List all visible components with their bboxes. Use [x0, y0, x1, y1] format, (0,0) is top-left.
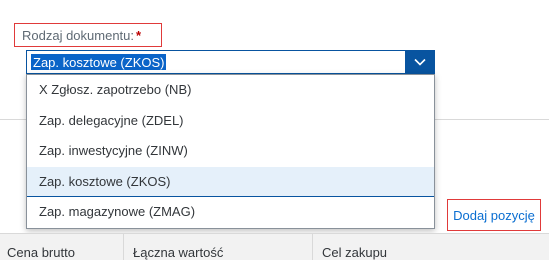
select-arrow-button[interactable] [405, 51, 434, 73]
document-type-select-value: Zap. kosztowe (ZKOS) [31, 54, 167, 70]
column-divider [312, 234, 313, 260]
dropdown-option-zkos[interactable]: Zap. kosztowe (ZKOS) [27, 166, 434, 197]
dropdown-option-nb[interactable]: X Zgłosz. zapotrzebo (NB) [27, 75, 434, 106]
document-type-label-text: Rodzaj dokumentu: [22, 28, 135, 43]
document-type-dropdown-list: X Zgłosz. zapotrzebo (NB) Zap. delegacyj… [26, 74, 435, 229]
column-divider [123, 234, 124, 260]
dropdown-option-zmag[interactable]: Zap. magazynowe (ZMAG) [27, 197, 434, 228]
dropdown-option-zdel[interactable]: Zap. delegacyjne (ZDEL) [27, 106, 434, 137]
column-header-purchase-purpose[interactable]: Cel zakupu [322, 245, 387, 260]
column-header-gross-price[interactable]: Cena brutto [7, 245, 75, 260]
document-type-label: Rodzaj dokumentu: * [14, 23, 162, 47]
column-header-total-value[interactable]: Łączna wartość [133, 245, 223, 260]
add-item-button-label: Dodaj pozycję [453, 207, 535, 223]
chevron-down-icon [413, 58, 426, 66]
required-marker: * [136, 28, 142, 43]
dropdown-option-zinw[interactable]: Zap. inwestycyjne (ZINW) [27, 136, 434, 167]
items-table-header: Cena brutto Łączna wartość Cel zakupu [0, 233, 549, 260]
add-item-button[interactable]: Dodaj pozycję [447, 199, 541, 231]
document-type-select[interactable]: Zap. kosztowe (ZKOS) [26, 50, 435, 74]
